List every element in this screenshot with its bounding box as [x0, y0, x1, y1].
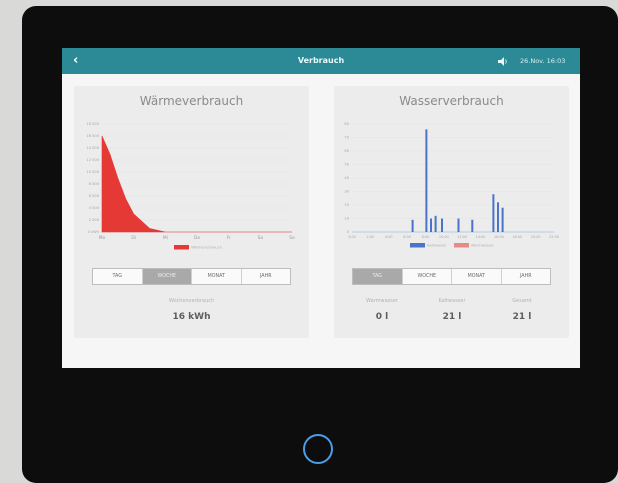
water-x-tick-label: 20:00: [531, 235, 541, 239]
water-bar-kaltwasser: [425, 129, 428, 232]
heat-legend-swatch: [174, 245, 189, 250]
water-range-tabs: TAG WOCHE MONAT JAHR: [352, 268, 551, 285]
top-bar: ‹ Verbrauch 26.Nov. 16:03: [62, 48, 580, 74]
water-stat-value-warm: 0 l: [375, 312, 389, 322]
water-bar-kaltwasser: [434, 215, 437, 232]
heat-y-tick-label: 0 kWh: [88, 230, 99, 234]
water-stat-label-total: Gesamt: [512, 298, 532, 304]
water-x-tick-label: 18:00: [512, 235, 522, 239]
content-area: Wärmeverbrauch 18 000 16 000 14 000 12 000 1…: [62, 74, 580, 368]
water-bar-kaltwasser: [501, 207, 504, 232]
heat-tab-monat[interactable]: MONAT: [192, 269, 242, 284]
water-y-tick-label: 40: [344, 176, 349, 180]
speaker-icon[interactable]: [498, 57, 508, 66]
water-tab-monat[interactable]: MONAT: [452, 269, 502, 284]
water-x-tick-label: 16:00: [494, 235, 504, 239]
water-y-tick-label: 0: [347, 230, 350, 234]
heat-stat-label: Wochenverbrauch: [168, 298, 215, 304]
heat-y-tick-label: 18 000: [86, 122, 99, 126]
heat-range-tabs: TAG WOCHE MONAT JAHR: [92, 268, 291, 285]
water-x-tick-label: 4:00: [385, 235, 393, 239]
water-legend-label: Warmwasser: [471, 244, 495, 248]
heat-y-tick-label: 12 000: [86, 158, 99, 162]
water-bar-kaltwasser: [492, 194, 495, 232]
water-x-tick-label: 14:00: [476, 235, 486, 239]
heat-x-tick-label: So: [289, 235, 295, 241]
water-x-tick-label: 10:00: [439, 235, 449, 239]
water-chart: 80 70 60 50 40 30 20 10 00:00 2:00 4:00 6:00 8:00 10:…: [344, 122, 559, 248]
heat-x-tick-label: Mo: [99, 235, 106, 241]
heat-y-tick-label: 14 000: [86, 146, 99, 150]
water-legend-swatch: [410, 243, 425, 248]
water-y-tick-label: 50: [344, 163, 349, 167]
water-x-tick-label: 2:00: [367, 235, 375, 239]
heat-title: Wärmeverbrauch: [139, 94, 244, 108]
water-bar-kaltwasser: [430, 218, 432, 232]
heat-chart: 18 000 16 000 14 000 12 000 10 000 8 000 6 000…: [86, 122, 295, 250]
heat-y-tick-label: 10 000: [86, 170, 99, 174]
water-title: Wasserverbrauch: [399, 94, 504, 108]
heat-y-tick-label: 16 000: [86, 134, 99, 138]
heat-x-tick-label: Do: [194, 235, 200, 241]
heat-tab-jahr[interactable]: JAHR: [242, 269, 291, 284]
heat-y-tick-label: 4 000: [89, 206, 100, 210]
water-x-tick-label: 12:00: [457, 235, 467, 239]
water-legend-label: Kaltwasser: [427, 244, 447, 248]
heat-y-tick-label: 6 000: [89, 194, 100, 198]
water-tab-woche[interactable]: WOCHE: [403, 269, 452, 284]
heat-tab-woche[interactable]: WOCHE: [142, 269, 192, 284]
water-stat-value-cold: 21 l: [442, 312, 462, 322]
heat-stat-value: 16 kWh: [172, 312, 211, 322]
water-x-tick-label: 22:00: [549, 235, 559, 239]
heat-panel: Wärmeverbrauch 18 000 16 000 14 000 12 000 1…: [74, 86, 309, 338]
water-panel: Wasserverbrauch 80 70 60 50 40 30 20 10 0 0:00 2:0…: [334, 86, 569, 338]
water-bar-kaltwasser: [411, 219, 414, 232]
water-y-tick-label: 10: [344, 217, 349, 221]
heat-x-tick-label: Fr: [227, 235, 231, 241]
water-stat-label-cold: Kaltwasser: [438, 298, 466, 304]
datetime: 26.Nov. 16:03: [520, 57, 566, 65]
water-x-tick-label: 0:00: [348, 235, 356, 239]
heat-x-tick-label: Sa: [258, 235, 264, 241]
water-x-tick-label: 6:00: [403, 235, 411, 239]
water-tab-jahr[interactable]: JAHR: [502, 269, 551, 284]
water-y-tick-label: 60: [344, 149, 349, 153]
water-y-tick-label: 80: [344, 122, 349, 126]
water-tab-tag[interactable]: TAG: [353, 269, 403, 284]
heat-legend-label: Wärmeverbrauch: [191, 246, 222, 250]
heat-tab-tag[interactable]: TAG: [93, 269, 143, 284]
heat-x-tick-label: Mi: [163, 235, 168, 241]
water-bar-kaltwasser: [441, 218, 443, 232]
water-x-tick-label: 8:00: [422, 235, 430, 239]
home-button[interactable]: [303, 434, 333, 464]
water-y-tick-label: 20: [344, 203, 349, 207]
heat-y-tick-label: 8 000: [89, 182, 100, 186]
heat-y-tick-label: 2 000: [89, 218, 100, 222]
screen: ‹ Verbrauch 26.Nov. 16:03 Wärmeverbrauch…: [62, 48, 580, 368]
water-bar-kaltwasser: [457, 218, 460, 232]
heat-x-tick-label: Di: [131, 235, 136, 241]
water-bar-kaltwasser: [497, 202, 499, 232]
water-y-tick-label: 70: [344, 136, 349, 140]
water-stat-label-warm: Warmwasser: [365, 298, 399, 304]
water-stat-value-total: 21 l: [512, 312, 532, 322]
water-bar-kaltwasser: [471, 219, 474, 232]
water-legend-swatch: [454, 243, 469, 248]
water-y-tick-label: 30: [344, 190, 349, 194]
